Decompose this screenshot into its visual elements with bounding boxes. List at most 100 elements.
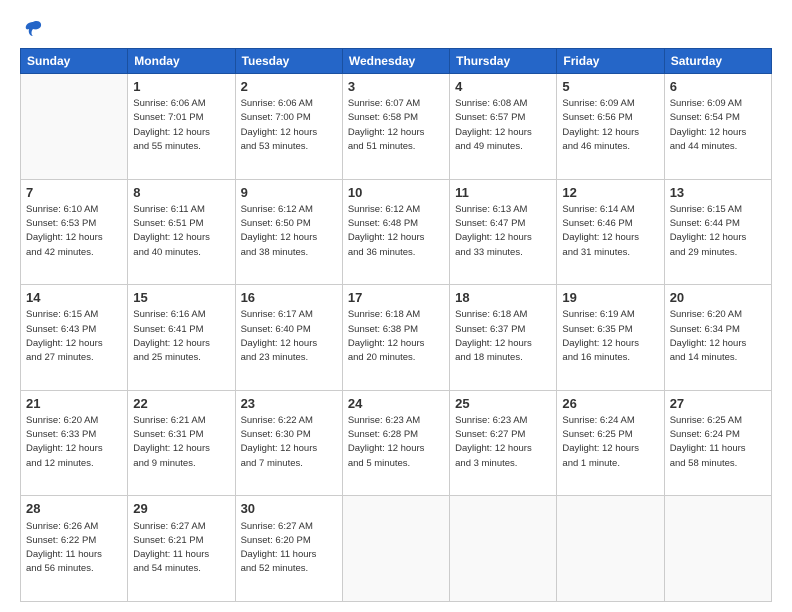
calendar-table: SundayMondayTuesdayWednesdayThursdayFrid… [20,48,772,602]
calendar-week-row: 28 Sunrise: 6:26 AMSunset: 6:22 PMDayligh… [21,496,772,602]
day-number: 17 [348,289,444,307]
day-info: Sunrise: 6:11 AMSunset: 6:51 PMDaylight:… [133,203,229,260]
day-number: 2 [241,78,337,96]
day-info: Sunrise: 6:09 AMSunset: 6:54 PMDaylight:… [670,97,766,154]
calendar-day-cell: 22Sunrise: 6:21 AMSunset: 6:31 PMDayligh… [128,390,235,496]
calendar-header-friday: Friday [557,49,664,74]
day-number: 13 [670,184,766,202]
day-info: Sunrise: 6:10 AMSunset: 6:53 PMDaylight:… [26,203,122,260]
day-info: Sunrise: 6:22 AMSunset: 6:30 PMDaylight:… [241,414,337,471]
calendar-header-tuesday: Tuesday [235,49,342,74]
day-info: Sunrise: 6:26 AMSunset: 6:22 PMDaylight:… [26,520,122,577]
calendar-day-cell: 10Sunrise: 6:12 AMSunset: 6:48 PMDayligh… [342,179,449,285]
calendar-day-cell: 1Sunrise: 6:06 AMSunset: 7:01 PMDaylight… [128,74,235,180]
calendar-day-cell: 30 Sunrise: 6:27 AMSunset: 6:20 PMDayligh… [235,496,342,602]
calendar-header-row: SundayMondayTuesdayWednesdayThursdayFrid… [21,49,772,74]
day-info: Sunrise: 6:23 AMSunset: 6:28 PMDaylight:… [348,414,444,471]
day-info: Sunrise: 6:20 AMSunset: 6:34 PMDaylight:… [670,308,766,365]
header [20,18,772,40]
calendar-header-sunday: Sunday [21,49,128,74]
calendar-empty-cell [557,496,664,602]
day-info: Sunrise: 6:23 AMSunset: 6:27 PMDaylight:… [455,414,551,471]
day-number: 16 [241,289,337,307]
day-info: Sunrise: 6:19 AMSunset: 6:35 PMDaylight:… [562,308,658,365]
calendar-empty-cell [21,74,128,180]
day-number: 15 [133,289,229,307]
day-number: 4 [455,78,551,96]
calendar-day-cell: 17Sunrise: 6:18 AMSunset: 6:38 PMDayligh… [342,285,449,391]
day-number: 11 [455,184,551,202]
day-number: 21 [26,395,122,413]
day-info: Sunrise: 6:15 AMSunset: 6:43 PMDaylight:… [26,308,122,365]
calendar-day-cell: 11Sunrise: 6:13 AMSunset: 6:47 PMDayligh… [450,179,557,285]
calendar-day-cell: 4Sunrise: 6:08 AMSunset: 6:57 PMDaylight… [450,74,557,180]
calendar-day-cell: 21Sunrise: 6:20 AMSunset: 6:33 PMDayligh… [21,390,128,496]
day-number: 14 [26,289,122,307]
day-number: 5 [562,78,658,96]
calendar-day-cell: 12Sunrise: 6:14 AMSunset: 6:46 PMDayligh… [557,179,664,285]
calendar-day-cell: 8Sunrise: 6:11 AMSunset: 6:51 PMDaylight… [128,179,235,285]
day-number: 8 [133,184,229,202]
calendar-day-cell: 28 Sunrise: 6:26 AMSunset: 6:22 PMDayligh… [21,496,128,602]
page: SundayMondayTuesdayWednesdayThursdayFrid… [0,0,792,612]
calendar-header-thursday: Thursday [450,49,557,74]
calendar-day-cell: 2Sunrise: 6:06 AMSunset: 7:00 PMDaylight… [235,74,342,180]
day-number: 25 [455,395,551,413]
day-info: Sunrise: 6:18 AMSunset: 6:37 PMDaylight:… [455,308,551,365]
calendar-day-cell: 23Sunrise: 6:22 AMSunset: 6:30 PMDayligh… [235,390,342,496]
day-info: Sunrise: 6:06 AMSunset: 7:01 PMDaylight:… [133,97,229,154]
calendar-week-row: 21Sunrise: 6:20 AMSunset: 6:33 PMDayligh… [21,390,772,496]
day-number: 19 [562,289,658,307]
calendar-week-row: 1Sunrise: 6:06 AMSunset: 7:01 PMDaylight… [21,74,772,180]
day-info: Sunrise: 6:13 AMSunset: 6:47 PMDaylight:… [455,203,551,260]
calendar-week-row: 7Sunrise: 6:10 AMSunset: 6:53 PMDaylight… [21,179,772,285]
day-number: 6 [670,78,766,96]
day-info: Sunrise: 6:12 AMSunset: 6:48 PMDaylight:… [348,203,444,260]
day-number: 29 [133,500,229,518]
calendar-empty-cell [342,496,449,602]
day-info: Sunrise: 6:20 AMSunset: 6:33 PMDaylight:… [26,414,122,471]
day-info: Sunrise: 6:21 AMSunset: 6:31 PMDaylight:… [133,414,229,471]
day-number: 30 [241,500,337,518]
calendar-empty-cell [664,496,771,602]
day-info: Sunrise: 6:18 AMSunset: 6:38 PMDaylight:… [348,308,444,365]
day-number: 20 [670,289,766,307]
calendar-day-cell: 5Sunrise: 6:09 AMSunset: 6:56 PMDaylight… [557,74,664,180]
calendar-day-cell: 15Sunrise: 6:16 AMSunset: 6:41 PMDayligh… [128,285,235,391]
calendar-day-cell: 27Sunrise: 6:25 AMSunset: 6:24 PMDayligh… [664,390,771,496]
day-info: Sunrise: 6:08 AMSunset: 6:57 PMDaylight:… [455,97,551,154]
calendar-day-cell: 29 Sunrise: 6:27 AMSunset: 6:21 PMDayligh… [128,496,235,602]
day-number: 22 [133,395,229,413]
day-info: Sunrise: 6:14 AMSunset: 6:46 PMDaylight:… [562,203,658,260]
calendar-day-cell: 18Sunrise: 6:18 AMSunset: 6:37 PMDayligh… [450,285,557,391]
calendar-day-cell: 14Sunrise: 6:15 AMSunset: 6:43 PMDayligh… [21,285,128,391]
calendar-header-saturday: Saturday [664,49,771,74]
day-info: Sunrise: 6:24 AMSunset: 6:25 PMDaylight:… [562,414,658,471]
day-number: 3 [348,78,444,96]
day-info: Sunrise: 6:16 AMSunset: 6:41 PMDaylight:… [133,308,229,365]
day-number: 26 [562,395,658,413]
calendar-week-row: 14Sunrise: 6:15 AMSunset: 6:43 PMDayligh… [21,285,772,391]
day-info: Sunrise: 6:15 AMSunset: 6:44 PMDaylight:… [670,203,766,260]
day-info: Sunrise: 6:25 AMSunset: 6:24 PMDaylight:… [670,414,766,471]
day-number: 28 [26,500,122,518]
day-info: Sunrise: 6:12 AMSunset: 6:50 PMDaylight:… [241,203,337,260]
day-number: 9 [241,184,337,202]
day-info: Sunrise: 6:09 AMSunset: 6:56 PMDaylight:… [562,97,658,154]
calendar-empty-cell [450,496,557,602]
calendar-header-wednesday: Wednesday [342,49,449,74]
calendar-day-cell: 9Sunrise: 6:12 AMSunset: 6:50 PMDaylight… [235,179,342,285]
day-number: 10 [348,184,444,202]
day-info: Sunrise: 6:06 AMSunset: 7:00 PMDaylight:… [241,97,337,154]
logo-bird-icon [22,18,44,40]
day-info: Sunrise: 6:27 AMSunset: 6:21 PMDaylight:… [133,520,229,577]
day-info: Sunrise: 6:27 AMSunset: 6:20 PMDaylight:… [241,520,337,577]
day-number: 12 [562,184,658,202]
logo [20,18,44,40]
calendar-day-cell: 6Sunrise: 6:09 AMSunset: 6:54 PMDaylight… [664,74,771,180]
calendar-day-cell: 19Sunrise: 6:19 AMSunset: 6:35 PMDayligh… [557,285,664,391]
calendar-day-cell: 13Sunrise: 6:15 AMSunset: 6:44 PMDayligh… [664,179,771,285]
day-number: 18 [455,289,551,307]
day-number: 27 [670,395,766,413]
day-number: 7 [26,184,122,202]
